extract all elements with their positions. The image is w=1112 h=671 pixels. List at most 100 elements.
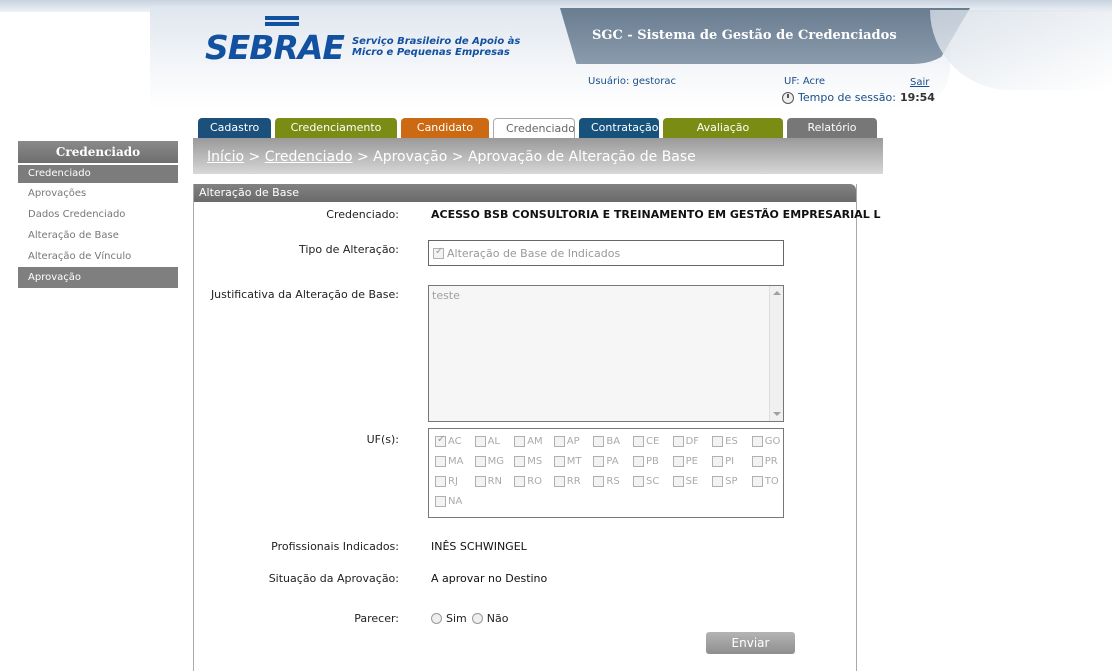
breadcrumb-credenciado-link[interactable]: Credenciado (265, 149, 353, 165)
uf-checkbox[interactable] (632, 435, 644, 447)
breadcrumb-home-link[interactable]: Início (207, 149, 244, 165)
uf-option-sc[interactable]: SC (632, 473, 673, 489)
tab-cadastro[interactable]: Cadastro (198, 118, 271, 138)
uf-option-se[interactable]: SE (672, 473, 713, 489)
enviar-button[interactable]: Enviar (706, 632, 795, 654)
tipo-alteracao-field: Alteração de Base de Indicados (428, 240, 784, 266)
uf-code-label: DF (685, 435, 700, 447)
uf-info: UF: Acre (784, 76, 826, 87)
uf-option-na[interactable]: NA (435, 493, 475, 509)
uf-option-pe[interactable]: PE (672, 453, 713, 469)
breadcrumb-bar: Início > Credenciado > Aprovação > Aprov… (193, 138, 883, 174)
uf-checkbox[interactable] (474, 455, 486, 467)
tab-credenciado[interactable]: Credenciado (493, 118, 575, 138)
uf-checkbox[interactable] (712, 475, 724, 487)
uf-option-mg[interactable]: MG (474, 453, 515, 469)
uf-checkbox[interactable] (712, 435, 724, 447)
uf-checkbox[interactable] (751, 435, 763, 447)
uf-option-go[interactable]: GO (751, 433, 792, 449)
uf-option-pi[interactable]: PI (712, 453, 752, 469)
uf-code-label: AC (448, 435, 462, 447)
tipo-alteracao-checkbox[interactable] (433, 246, 444, 259)
uf-option-rn[interactable]: RN (474, 473, 515, 489)
tab-avaliacao[interactable]: Avaliação (663, 118, 783, 138)
justificativa-value: teste (432, 289, 460, 302)
scroll-down-icon[interactable] (773, 412, 781, 416)
sidebar-item-alteracao-vinculo[interactable]: Alteração de Vínculo (18, 246, 178, 267)
uf-option-rr[interactable]: RR (553, 473, 594, 489)
logout-link[interactable]: Sair (910, 77, 929, 88)
parecer-label: Parecer: (354, 612, 399, 625)
parecer-nao-radio[interactable] (471, 613, 483, 624)
tab-candidato[interactable]: Candidato (401, 118, 489, 138)
uf-checkbox[interactable] (553, 455, 565, 467)
uf-checkbox[interactable] (435, 455, 446, 467)
uf-checkbox[interactable] (672, 455, 684, 467)
uf-option-al[interactable]: AL (474, 433, 515, 449)
uf-checkbox[interactable] (474, 475, 486, 487)
uf-code-label: BA (606, 435, 621, 447)
uf-option-ap[interactable]: AP (553, 433, 594, 449)
uf-option-ro[interactable]: RO (514, 473, 554, 489)
sidebar-item-aprovacoes[interactable]: Aprovações (18, 183, 178, 204)
uf-option-pb[interactable]: PB (632, 453, 673, 469)
uf-checkbox[interactable] (751, 475, 763, 487)
uf-code-label: MS (527, 455, 543, 467)
uf-checkbox[interactable] (553, 475, 565, 487)
uf-checkbox[interactable] (474, 435, 486, 447)
uf-checkbox[interactable] (435, 495, 446, 507)
profissionais-value: INÊS SCHWINGEL (431, 540, 527, 553)
uf-code-label: RN (487, 475, 503, 487)
sidebar-item-aprovacao[interactable]: Aprovação (18, 267, 178, 288)
sidebar-item-alteracao-base[interactable]: Alteração de Base (18, 225, 178, 246)
uf-checkbox[interactable] (632, 455, 644, 467)
uf-checkbox[interactable] (751, 455, 763, 467)
uf-option-mt[interactable]: MT (553, 453, 594, 469)
uf-option-ms[interactable]: MS (514, 453, 554, 469)
uf-option-rs[interactable]: RS (593, 473, 633, 489)
textarea-scrollbar[interactable] (769, 286, 783, 421)
uf-checkbox[interactable] (593, 475, 605, 487)
uf-code-label: AL (487, 435, 501, 447)
uf-option-am[interactable]: AM (514, 433, 554, 449)
uf-checkbox[interactable] (593, 455, 605, 467)
uf-checkbox[interactable] (632, 475, 644, 487)
uf-checkbox[interactable] (514, 475, 526, 487)
uf-checkbox[interactable] (593, 435, 605, 447)
uf-checkbox[interactable] (672, 435, 684, 447)
tipo-alteracao-value: Alteração de Base de Indicados (447, 246, 621, 260)
tab-contratacao[interactable]: Contratação (579, 118, 659, 138)
uf-code-label: RO (527, 475, 543, 487)
parecer-nao-label[interactable]: Não (487, 612, 509, 625)
parecer-sim-label[interactable]: Sim (446, 612, 467, 625)
uf-option-to[interactable]: TO (751, 473, 792, 489)
sidebar-item-dados-credenciado[interactable]: Dados Credenciado (18, 204, 178, 225)
uf-checkbox[interactable] (514, 435, 526, 447)
uf-option-ba[interactable]: BA (593, 433, 633, 449)
uf-option-ce[interactable]: CE (632, 433, 673, 449)
uf-checkbox[interactable] (435, 475, 446, 487)
tab-relatorio[interactable]: Relatório (787, 118, 877, 138)
uf-option-df[interactable]: DF (672, 433, 713, 449)
uf-option-sp[interactable]: SP (712, 473, 752, 489)
uf-option-pa[interactable]: PA (593, 453, 633, 469)
scroll-up-icon[interactable] (773, 291, 781, 295)
uf-option-ma[interactable]: MA (435, 453, 475, 469)
uf-option-rj[interactable]: RJ (435, 473, 475, 489)
uf-checkbox[interactable] (553, 435, 565, 447)
uf-option-ac[interactable]: AC (435, 433, 475, 449)
uf-checkbox[interactable] (712, 455, 724, 467)
uf-code-label: RR (566, 475, 581, 487)
uf-option-es[interactable]: ES (712, 433, 752, 449)
uf-checkbox[interactable] (514, 455, 526, 467)
sidebar-title: Credenciado (18, 141, 178, 163)
tab-credenciamento[interactable]: Credenciamento (275, 118, 397, 138)
justificativa-textarea[interactable]: teste (428, 285, 784, 422)
session-timer: Tempo de sessão: 19:54 (782, 91, 935, 104)
parecer-sim-radio[interactable] (431, 613, 442, 624)
uf-code-label: RJ (448, 475, 458, 487)
uf-option-pr[interactable]: PR (751, 453, 792, 469)
uf-checkbox[interactable] (435, 434, 446, 447)
uf-code-label: SP (725, 475, 738, 487)
uf-checkbox[interactable] (672, 475, 684, 487)
